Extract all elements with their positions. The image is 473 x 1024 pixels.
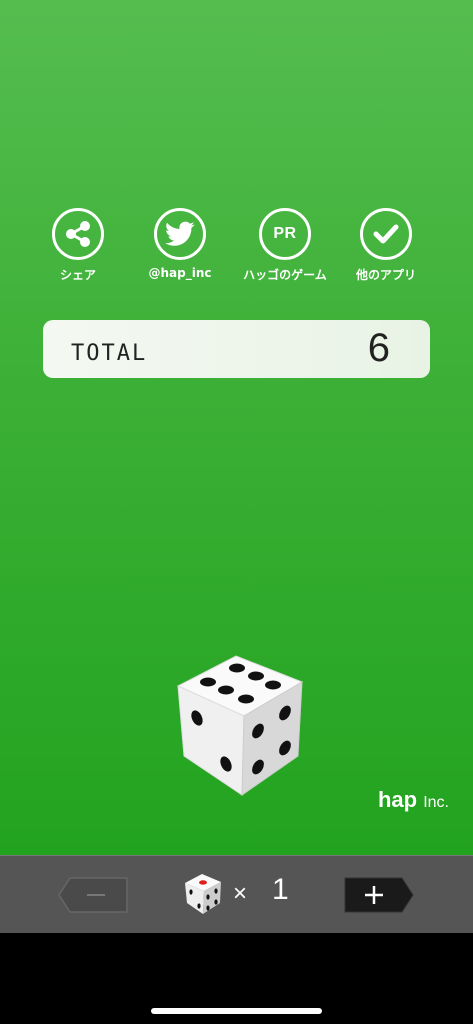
pr-icon-text: PR: [273, 225, 297, 242]
twitter-button[interactable]: @hap_inc: [125, 208, 235, 280]
game-area: シェア @hap_inc PR ハッゴのゲーム 他のアプリ TOTAL 6 ha…: [0, 0, 473, 855]
increase-dice-button[interactable]: [344, 877, 414, 913]
brand-logo: hap Inc.: [378, 787, 449, 813]
share-button[interactable]: シェア: [23, 208, 133, 283]
pr-icon: PR: [259, 208, 311, 260]
checkmark-icon: [360, 208, 412, 260]
brand-suffix: Inc.: [423, 794, 449, 811]
pr-label: ハッゴのゲーム: [243, 268, 327, 282]
share-label: シェア: [59, 268, 96, 282]
small-dice-icon: [183, 873, 223, 915]
other-apps-label: 他のアプリ: [355, 268, 416, 282]
share-icon: [52, 208, 104, 260]
total-panel: TOTAL 6: [43, 320, 430, 378]
total-label: TOTAL: [71, 341, 148, 366]
dice-icon[interactable]: [170, 652, 310, 802]
brand-name: hap: [377, 787, 418, 812]
decrease-dice-button[interactable]: [58, 877, 128, 913]
times-symbol: ×: [233, 880, 248, 907]
share-bar: シェア @hap_inc PR ハッゴのゲーム 他のアプリ: [0, 208, 473, 288]
pr-button[interactable]: PR ハッゴのゲーム: [230, 208, 340, 283]
other-apps-button[interactable]: 他のアプリ: [331, 208, 441, 283]
twitter-label: @hap_inc: [148, 266, 212, 280]
dice-count: 1: [272, 873, 289, 906]
twitter-bird-icon: [154, 208, 206, 260]
home-indicator[interactable]: [151, 1008, 322, 1014]
total-value: 6: [367, 326, 390, 370]
